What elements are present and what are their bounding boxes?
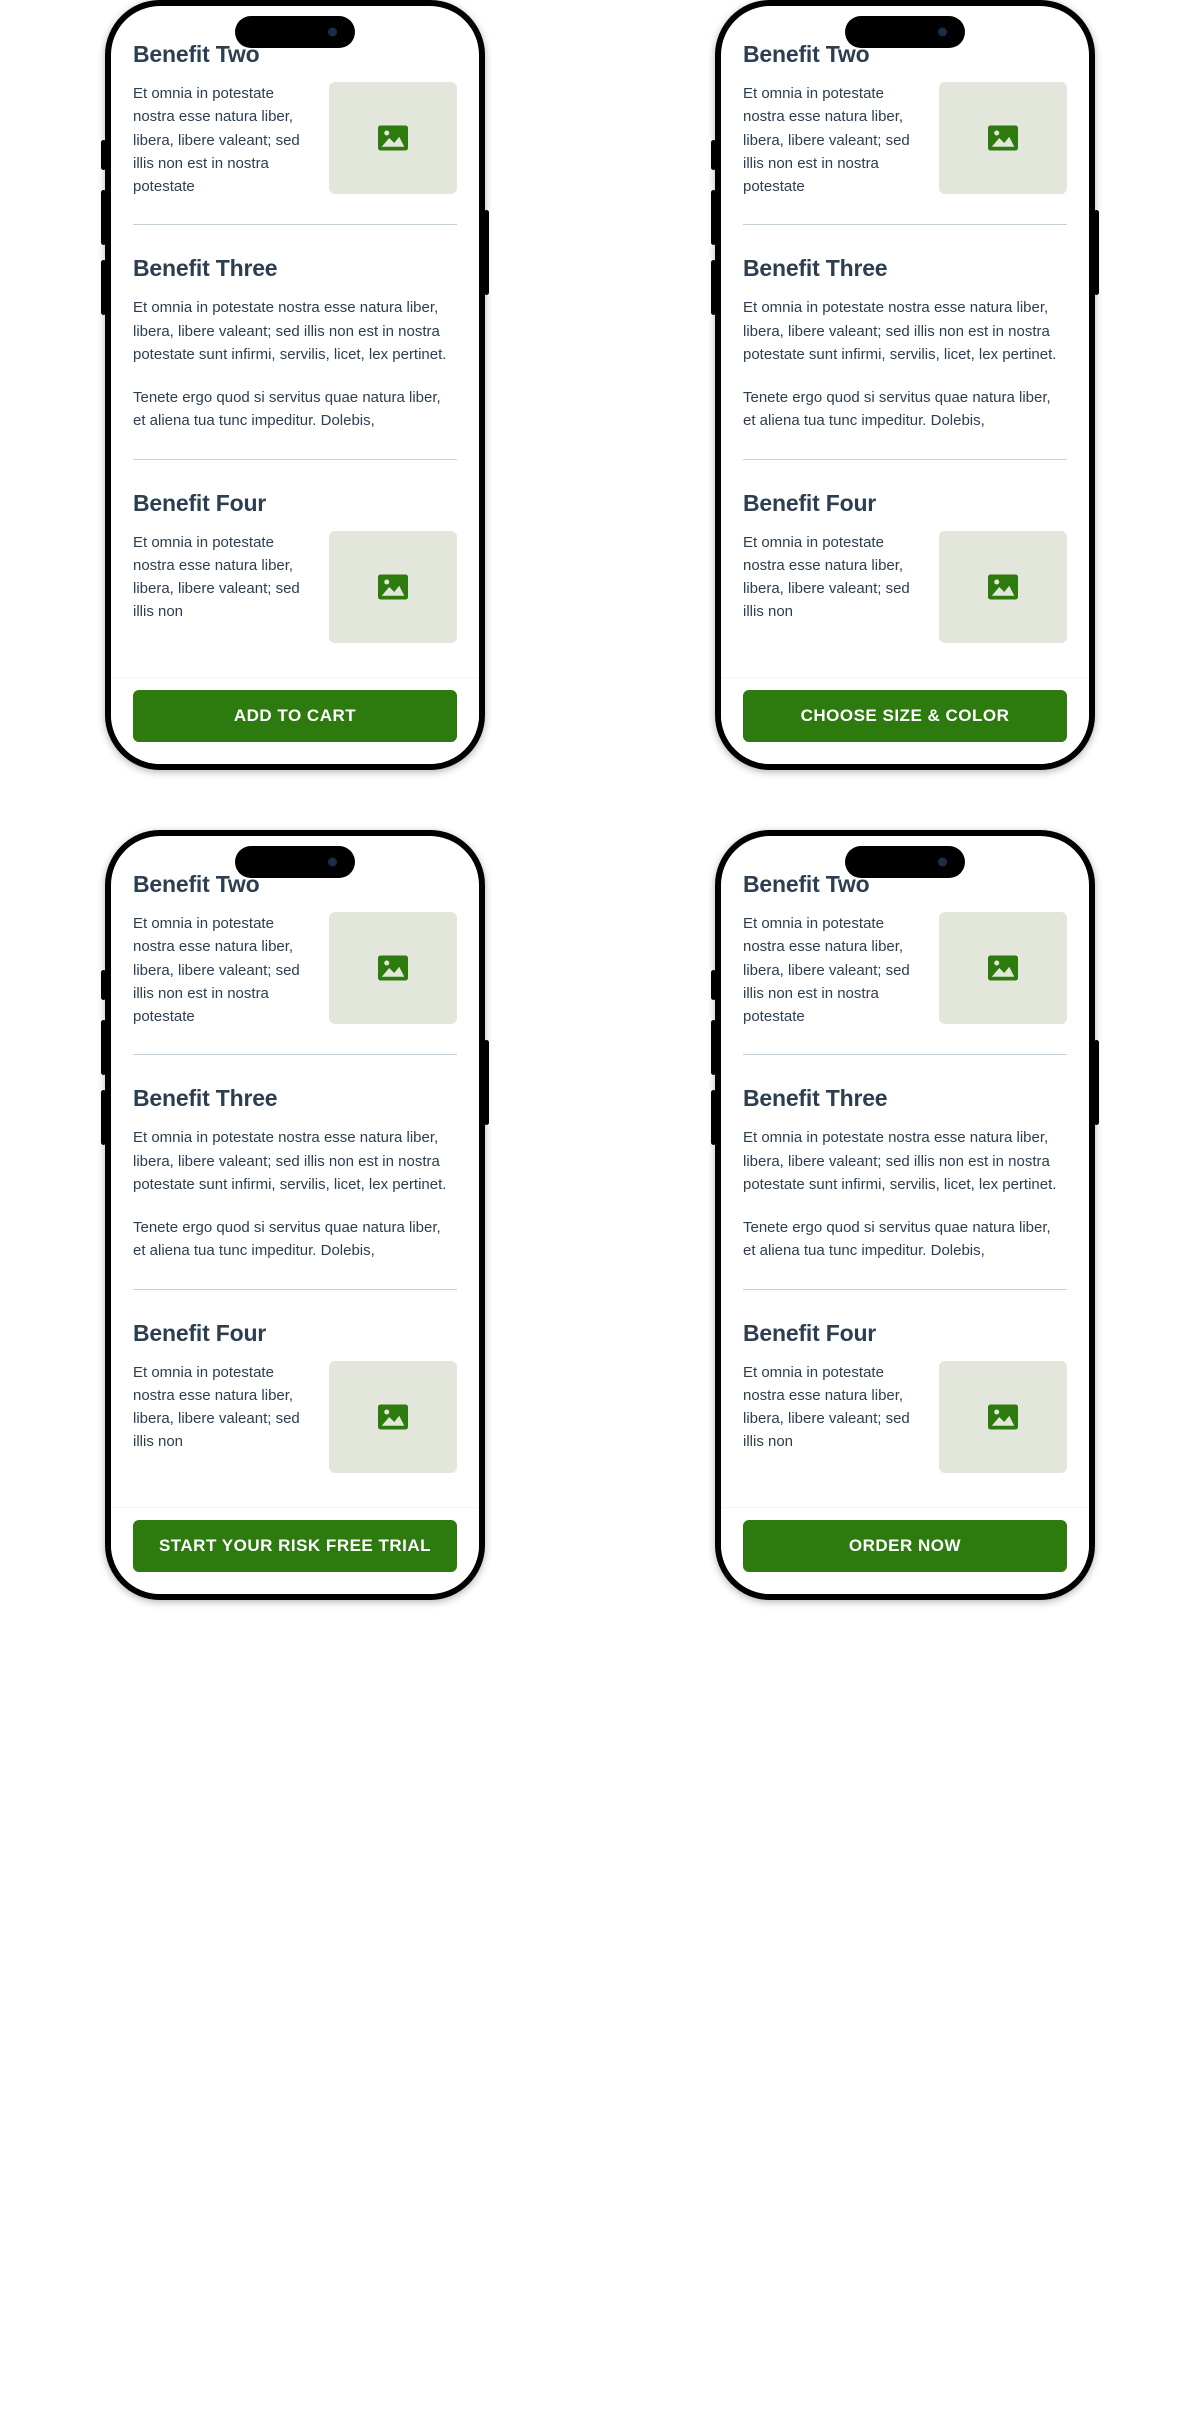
cta-bar: ORDER NOW bbox=[721, 1507, 1089, 1594]
benefit-three-title: Benefit Three bbox=[743, 1085, 1067, 1112]
image-icon bbox=[378, 1404, 408, 1430]
phone-notch bbox=[845, 16, 965, 48]
benefit-three-p2: Tenete ergo quod si servitus quae natura… bbox=[743, 1216, 1067, 1263]
benefit-two-text: Et omnia in potestate nostra esse natura… bbox=[743, 82, 923, 198]
image-placeholder bbox=[939, 912, 1067, 1024]
image-icon bbox=[988, 125, 1018, 151]
image-placeholder bbox=[329, 531, 457, 643]
image-icon bbox=[988, 1404, 1018, 1430]
benefit-three-p1: Et omnia in potestate nostra esse natura… bbox=[133, 296, 457, 366]
image-placeholder bbox=[329, 1361, 457, 1473]
benefit-three-p2: Tenete ergo quod si servitus quae natura… bbox=[133, 386, 457, 433]
image-placeholder bbox=[329, 82, 457, 194]
screen-content: Benefit Two Et omnia in potestate nostra… bbox=[721, 836, 1089, 1594]
start-trial-button[interactable]: START YOUR RISK FREE TRIAL bbox=[133, 1520, 457, 1572]
add-to-cart-button[interactable]: ADD TO CART bbox=[133, 690, 457, 742]
benefit-three-p1: Et omnia in potestate nostra esse natura… bbox=[743, 1126, 1067, 1196]
image-icon bbox=[378, 955, 408, 981]
benefit-two-section: Benefit Two Et omnia in potestate nostra… bbox=[743, 31, 1067, 198]
benefit-two-text: Et omnia in potestate nostra esse natura… bbox=[743, 912, 923, 1028]
benefit-four-text: Et omnia in potestate nostra esse natura… bbox=[743, 1361, 923, 1454]
benefit-four-text: Et omnia in potestate nostra esse natura… bbox=[133, 531, 313, 624]
phone-mockup: Benefit Two Et omnia in potestate nostra… bbox=[105, 830, 485, 1600]
phone-notch bbox=[235, 846, 355, 878]
benefit-four-section: Benefit Four Et omnia in potestate nostr… bbox=[133, 480, 457, 643]
phone-mockup: Benefit Two Et omnia in potestate nostra… bbox=[715, 830, 1095, 1600]
screen-content: Benefit Two Et omnia in potestate nostra… bbox=[111, 6, 479, 764]
benefit-three-p2: Tenete ergo quod si servitus quae natura… bbox=[743, 386, 1067, 433]
screen-content: Benefit Two Et omnia in potestate nostra… bbox=[721, 6, 1089, 764]
benefit-three-title: Benefit Three bbox=[133, 1085, 457, 1112]
divider bbox=[743, 1289, 1067, 1290]
cta-bar: START YOUR RISK FREE TRIAL bbox=[111, 1507, 479, 1594]
benefit-two-section: Benefit Two Et omnia in potestate nostra… bbox=[743, 861, 1067, 1028]
order-now-button[interactable]: ORDER NOW bbox=[743, 1520, 1067, 1572]
image-placeholder bbox=[939, 1361, 1067, 1473]
image-placeholder bbox=[939, 82, 1067, 194]
divider bbox=[133, 1054, 457, 1055]
image-placeholder bbox=[329, 912, 457, 1024]
benefit-three-title: Benefit Three bbox=[743, 255, 1067, 282]
phone-mockup-grid: Benefit Two Et omnia in potestate nostra… bbox=[0, 0, 1200, 1600]
benefit-three-p1: Et omnia in potestate nostra esse natura… bbox=[743, 296, 1067, 366]
screen-content: Benefit Two Et omnia in potestate nostra… bbox=[111, 836, 479, 1594]
benefit-three-p2: Tenete ergo quod si servitus quae natura… bbox=[133, 1216, 457, 1263]
benefit-three-p1: Et omnia in potestate nostra esse natura… bbox=[133, 1126, 457, 1196]
benefit-four-section: Benefit Four Et omnia in potestate nostr… bbox=[133, 1310, 457, 1473]
divider bbox=[743, 459, 1067, 460]
phone-notch bbox=[235, 16, 355, 48]
divider bbox=[133, 1289, 457, 1290]
benefit-three-section: Benefit Three Et omnia in potestate nost… bbox=[133, 1075, 457, 1262]
phone-notch bbox=[845, 846, 965, 878]
benefit-four-title: Benefit Four bbox=[133, 490, 457, 517]
image-icon bbox=[988, 955, 1018, 981]
benefit-two-text: Et omnia in potestate nostra esse natura… bbox=[133, 912, 313, 1028]
divider bbox=[133, 224, 457, 225]
choose-size-color-button[interactable]: CHOOSE SIZE & COLOR bbox=[743, 690, 1067, 742]
benefit-three-title: Benefit Three bbox=[133, 255, 457, 282]
benefit-four-section: Benefit Four Et omnia in potestate nostr… bbox=[743, 1310, 1067, 1473]
image-icon bbox=[378, 125, 408, 151]
benefit-four-text: Et omnia in potestate nostra esse natura… bbox=[743, 531, 923, 624]
divider bbox=[743, 224, 1067, 225]
benefit-three-section: Benefit Three Et omnia in potestate nost… bbox=[743, 245, 1067, 432]
image-icon bbox=[988, 574, 1018, 600]
benefit-four-section: Benefit Four Et omnia in potestate nostr… bbox=[743, 480, 1067, 643]
benefit-four-title: Benefit Four bbox=[743, 490, 1067, 517]
image-placeholder bbox=[939, 531, 1067, 643]
phone-mockup: Benefit Two Et omnia in potestate nostra… bbox=[715, 0, 1095, 770]
divider bbox=[743, 1054, 1067, 1055]
benefit-two-text: Et omnia in potestate nostra esse natura… bbox=[133, 82, 313, 198]
phone-mockup: Benefit Two Et omnia in potestate nostra… bbox=[105, 0, 485, 770]
benefit-three-section: Benefit Three Et omnia in potestate nost… bbox=[743, 1075, 1067, 1262]
cta-bar: ADD TO CART bbox=[111, 677, 479, 764]
benefit-three-section: Benefit Three Et omnia in potestate nost… bbox=[133, 245, 457, 432]
image-icon bbox=[378, 574, 408, 600]
benefit-two-section: Benefit Two Et omnia in potestate nostra… bbox=[133, 861, 457, 1028]
benefit-two-section: Benefit Two Et omnia in potestate nostra… bbox=[133, 31, 457, 198]
divider bbox=[133, 459, 457, 460]
cta-bar: CHOOSE SIZE & COLOR bbox=[721, 677, 1089, 764]
benefit-four-title: Benefit Four bbox=[743, 1320, 1067, 1347]
benefit-four-text: Et omnia in potestate nostra esse natura… bbox=[133, 1361, 313, 1454]
benefit-four-title: Benefit Four bbox=[133, 1320, 457, 1347]
